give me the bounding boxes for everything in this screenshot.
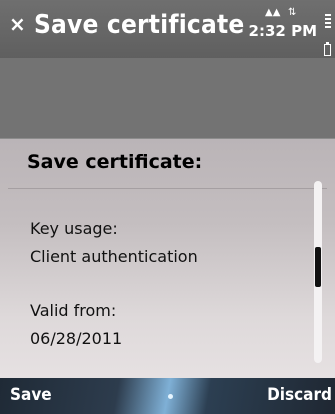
scrollbar-thumb[interactable] <box>315 247 321 287</box>
window-title: Save certificate <box>34 10 245 40</box>
packet-data-icon: ⇅ <box>288 7 297 18</box>
key-usage-label: Key usage: <box>30 219 118 238</box>
battery-icon <box>324 42 331 56</box>
valid-from-label: Valid from: <box>30 301 117 320</box>
dialog-title: Save certificate: <box>27 151 203 173</box>
save-certificate-dialog: Save certificate: Key usage: Client auth… <box>0 138 335 378</box>
signal-strength-icon: ▲▲ <box>265 7 281 18</box>
clock: 2:32 PM <box>248 22 317 40</box>
backdrop <box>0 58 335 138</box>
title-bar: × Save certificate ▲▲ ⇅ 2:32 PM <box>0 0 335 58</box>
close-icon[interactable]: × <box>9 14 29 34</box>
save-softkey[interactable]: Save <box>10 385 52 405</box>
key-usage-value: Client authentication <box>30 247 198 266</box>
discard-softkey[interactable]: Discard <box>267 385 332 405</box>
navigation-indicator-icon <box>168 394 173 399</box>
status-indicators: ▲▲ ⇅ <box>257 8 317 20</box>
valid-from-value: 06/28/2011 <box>30 329 123 348</box>
dialog-divider <box>8 188 327 189</box>
softkey-bar: Save Discard <box>0 378 335 414</box>
signal-bars-icon <box>325 14 331 30</box>
